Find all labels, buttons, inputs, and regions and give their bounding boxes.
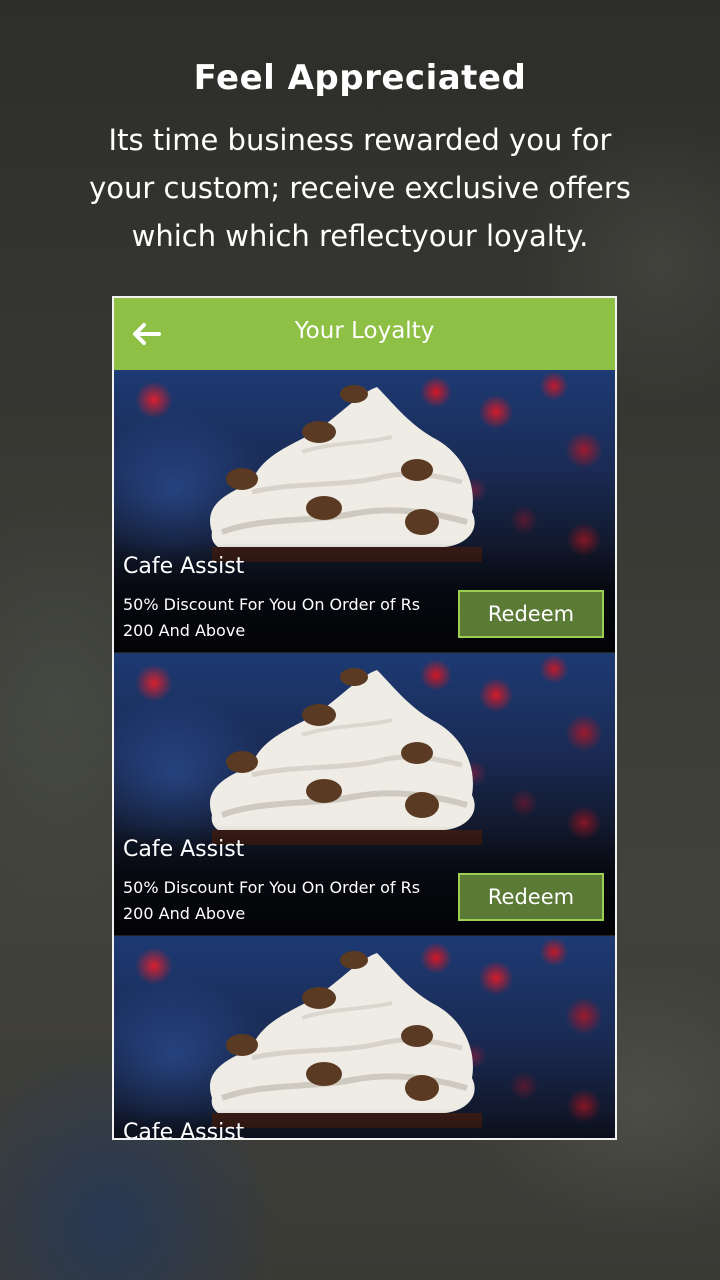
promo-subtitle: Its time business rewarded you for your … [89, 123, 631, 253]
offer-title: Cafe Assist [123, 837, 245, 862]
offer-title: Cafe Assist [123, 1120, 245, 1140]
phone-screenshot: Your Loyalty Cafe Assist 50% Discount Fo… [112, 296, 617, 1140]
offer-title: Cafe Assist [123, 554, 245, 579]
coffee-cream-image [210, 385, 482, 562]
app-bar: Your Loyalty [114, 298, 615, 370]
redeem-button[interactable]: Redeem [458, 873, 604, 921]
coffee-cream-image [210, 668, 482, 845]
redeem-button[interactable]: Redeem [458, 590, 604, 638]
offer-description: 50% Discount For You On Order of Rs 200 … [123, 595, 421, 640]
screen-title: Your Loyalty [294, 318, 435, 344]
promo-headline: Feel Appreciated [193, 58, 527, 98]
coffee-cream-image [210, 951, 482, 1128]
offer-description: 50% Discount For You On Order of Rs 200 … [123, 878, 421, 923]
offer-card[interactable]: Cafe Assist [114, 936, 615, 1140]
